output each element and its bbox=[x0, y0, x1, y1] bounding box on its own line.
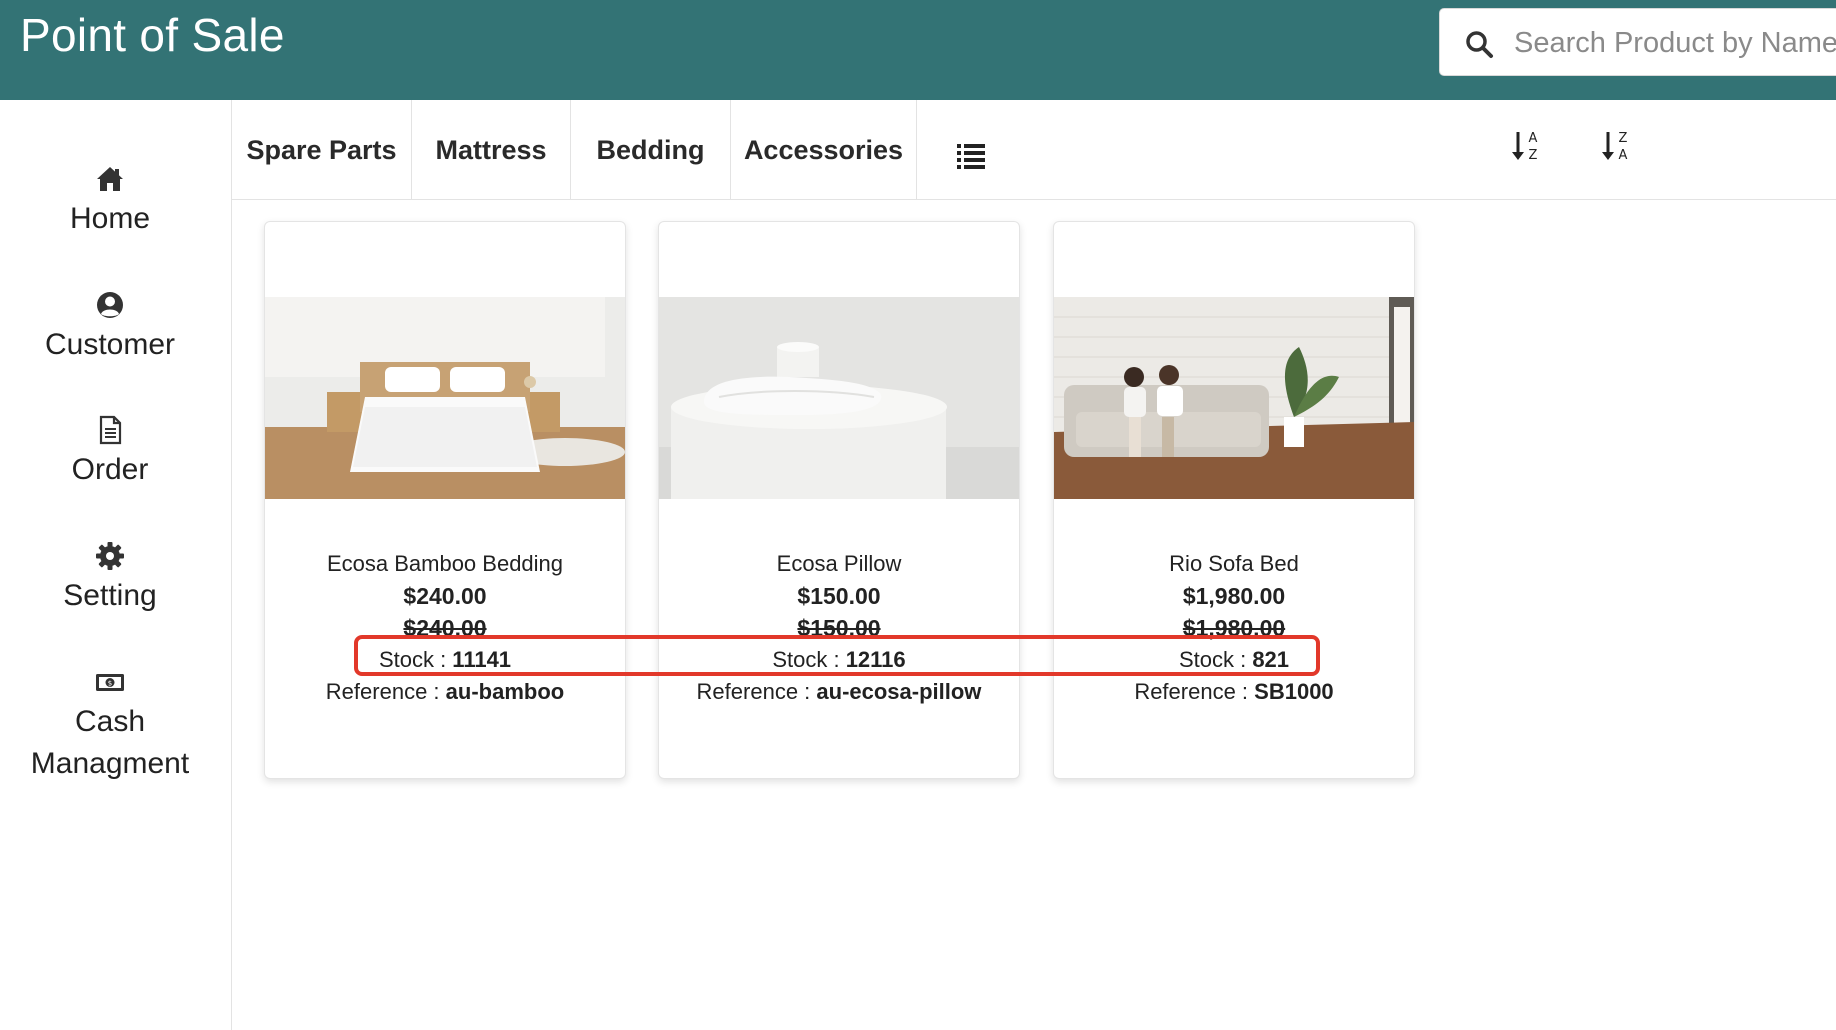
category-bar: Spare Parts Mattress Bedding Accessories… bbox=[232, 100, 1836, 200]
svg-text:$: $ bbox=[108, 680, 112, 688]
product-stock: Stock : 821 bbox=[1054, 644, 1414, 676]
product-reference: Reference : au-bamboo bbox=[265, 676, 625, 708]
sidebar-item-label: Order bbox=[71, 453, 149, 486]
tab-mattress[interactable]: Mattress bbox=[412, 100, 571, 200]
list-icon[interactable] bbox=[956, 140, 986, 170]
cash-icon: $ bbox=[96, 674, 124, 691]
product-stock: Stock : 12116 bbox=[659, 644, 1019, 676]
sort-a-z-icon[interactable]: A Z bbox=[1510, 128, 1542, 164]
reference-label: Reference : bbox=[325, 679, 446, 704]
tab-accessories[interactable]: Accessories bbox=[731, 100, 917, 200]
product-info: Ecosa Bamboo Bedding $240.00 $240.00 Sto… bbox=[265, 548, 625, 708]
svg-text:Z: Z bbox=[1529, 148, 1538, 163]
reference-value: au-ecosa-pillow bbox=[816, 679, 982, 704]
sidebar-item-label: Setting bbox=[63, 579, 157, 612]
stock-value: 821 bbox=[1252, 647, 1290, 672]
product-image-sofa bbox=[1054, 297, 1414, 499]
home-icon bbox=[97, 167, 123, 191]
sidebar-item-setting[interactable]: Setting bbox=[0, 541, 220, 617]
product-price: $150.00 bbox=[797, 583, 881, 609]
app-title: Point of Sale bbox=[20, 9, 285, 61]
product-old-price: $240.00 bbox=[403, 615, 487, 641]
reference-label: Reference : bbox=[1134, 679, 1255, 704]
sidebar-item-home[interactable]: Home bbox=[0, 164, 220, 240]
tab-spare-parts[interactable]: Spare Parts bbox=[232, 100, 412, 200]
product-card[interactable]: Ecosa Bamboo Bedding $240.00 $240.00 Sto… bbox=[264, 221, 626, 779]
top-header: Point of Sale bbox=[0, 0, 1836, 100]
stock-value: 12116 bbox=[845, 647, 906, 672]
product-name: Ecosa Pillow bbox=[776, 551, 902, 576]
product-card[interactable]: Ecosa Pillow $150.00 $150.00 Stock : 121… bbox=[658, 221, 1020, 779]
svg-text:A: A bbox=[1619, 148, 1628, 163]
stock-label: Stock : bbox=[1178, 647, 1253, 672]
sidebar-item-cash-management[interactable]: $ Cash Managment bbox=[0, 667, 220, 785]
product-old-price: $1,980.00 bbox=[1182, 615, 1286, 641]
product-name: Ecosa Bamboo Bedding bbox=[326, 551, 564, 576]
product-old-price: $150.00 bbox=[797, 615, 881, 641]
gear-icon bbox=[96, 542, 124, 570]
stock-value: 11141 bbox=[452, 647, 512, 672]
svg-text:A: A bbox=[1529, 131, 1538, 146]
product-price: $240.00 bbox=[403, 583, 487, 609]
product-card[interactable]: Rio Sofa Bed $1,980.00 $1,980.00 Stock :… bbox=[1053, 221, 1415, 779]
sidebar: Home Customer Order Setting $ Cash Manag… bbox=[0, 100, 232, 1030]
product-image-bed bbox=[265, 297, 625, 499]
reference-value: au-bamboo bbox=[445, 679, 565, 704]
product-info: Ecosa Pillow $150.00 $150.00 Stock : 121… bbox=[659, 548, 1019, 708]
sidebar-item-order[interactable]: Order bbox=[0, 415, 220, 491]
product-image-pillow bbox=[659, 297, 1019, 499]
stock-label: Stock : bbox=[772, 647, 846, 672]
sidebar-item-customer[interactable]: Customer bbox=[0, 290, 220, 366]
svg-text:Z: Z bbox=[1619, 131, 1628, 146]
tab-bedding[interactable]: Bedding bbox=[571, 100, 731, 200]
sidebar-item-label: Managment bbox=[30, 747, 190, 780]
stock-label: Stock : bbox=[378, 647, 453, 672]
sidebar-item-label: Home bbox=[69, 202, 151, 235]
product-reference: Reference : au-ecosa-pillow bbox=[659, 676, 1019, 708]
reference-label: Reference : bbox=[696, 679, 817, 704]
search-input[interactable] bbox=[1514, 21, 1836, 65]
product-name: Rio Sofa Bed bbox=[1169, 551, 1299, 576]
document-icon bbox=[99, 415, 122, 445]
product-reference: Reference : SB1000 bbox=[1054, 676, 1414, 708]
sort-z-a-icon[interactable]: Z A bbox=[1600, 128, 1632, 164]
search-box[interactable] bbox=[1439, 8, 1836, 76]
sidebar-item-label: Cash bbox=[74, 705, 146, 738]
product-stock: Stock : 11141 bbox=[265, 644, 625, 676]
user-circle-icon bbox=[97, 292, 123, 318]
reference-value: SB1000 bbox=[1254, 679, 1334, 704]
sidebar-item-label: Customer bbox=[44, 328, 176, 361]
product-price: $1,980.00 bbox=[1182, 583, 1286, 609]
search-icon bbox=[1466, 31, 1493, 58]
product-info: Rio Sofa Bed $1,980.00 $1,980.00 Stock :… bbox=[1054, 548, 1414, 708]
